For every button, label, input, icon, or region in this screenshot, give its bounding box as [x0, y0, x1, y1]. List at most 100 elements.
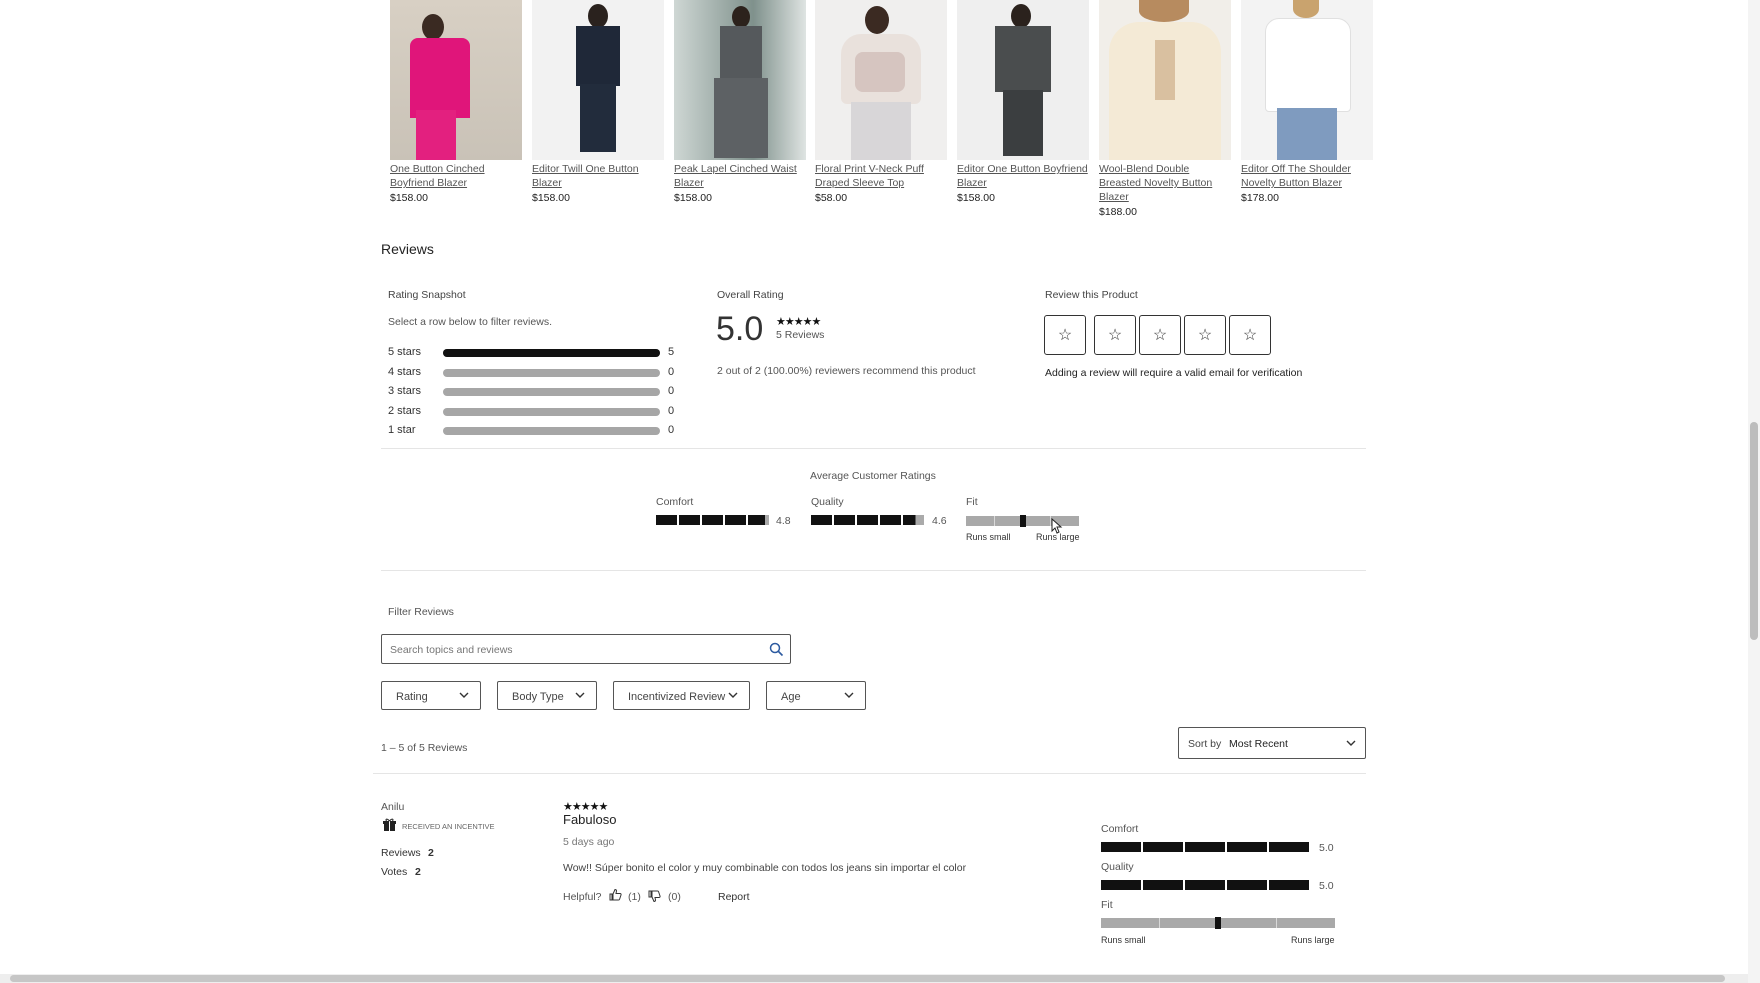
product-card[interactable]: Floral Print V-Neck Puff Draped Sleeve T… — [815, 0, 947, 205]
rating-row-count: 0 — [668, 405, 675, 417]
product-card[interactable]: Editor One Button Boyfriend Blazer $158.… — [957, 0, 1089, 205]
product-card[interactable]: Editor Twill One Button Blazer $158.00 — [532, 0, 664, 205]
review-date: 5 days ago — [563, 836, 615, 848]
body-type-filter-dropdown[interactable]: Body Type — [497, 681, 597, 710]
write-review-star-2-icon[interactable]: ☆ — [1094, 315, 1136, 355]
rating-row-4[interactable]: 4 stars 0 — [388, 366, 688, 380]
product-name[interactable]: Editor Off The Shoulder Novelty Button B… — [1241, 162, 1373, 190]
product-image[interactable] — [1099, 0, 1231, 160]
quality-segment — [857, 515, 878, 525]
write-review-star-3-icon[interactable]: ☆ — [1139, 315, 1181, 355]
review-fit-runs-small: Runs small — [1101, 935, 1146, 945]
write-review-star-1-icon[interactable]: ☆ — [1044, 315, 1086, 355]
rating-row-2[interactable]: 2 stars 0 — [388, 405, 688, 419]
rating-row-fill — [443, 349, 660, 357]
review-quality-label: Quality — [1101, 861, 1134, 873]
overall-review-count[interactable]: 5 Reviews — [776, 329, 824, 341]
quality-segment — [880, 515, 901, 525]
product-name[interactable]: Wool-Blend Double Breasted Novelty Butto… — [1099, 162, 1231, 204]
overall-rating-title: Overall Rating — [717, 289, 784, 301]
quality-value: 4.6 — [932, 515, 947, 527]
section-divider — [381, 570, 1366, 571]
product-name[interactable]: Editor Twill One Button Blazer — [532, 162, 664, 190]
report-link[interactable]: Report — [718, 891, 750, 903]
comfort-segment — [702, 515, 723, 525]
horizontal-scrollbar[interactable] — [0, 974, 1748, 983]
comfort-segment — [748, 515, 769, 525]
product-price: $178.00 — [1241, 192, 1279, 204]
rating-row-track — [443, 349, 660, 357]
section-divider — [381, 448, 1366, 449]
incentivized-review-filter-dropdown[interactable]: Incentivized Review — [613, 681, 750, 710]
review-title: Fabuloso — [563, 812, 617, 827]
product-image[interactable] — [532, 0, 664, 160]
rating-row-count: 0 — [668, 424, 675, 436]
fit-runs-small: Runs small — [966, 532, 1011, 542]
product-image[interactable] — [815, 0, 947, 160]
horizontal-scrollbar-thumb[interactable] — [10, 975, 1725, 982]
product-price: $158.00 — [957, 192, 995, 204]
dropdown-label: Age — [781, 691, 801, 703]
review-comfort-label: Comfort — [1101, 823, 1139, 835]
product-name[interactable]: Editor One Button Boyfriend Blazer — [957, 162, 1089, 190]
comfort-segment — [725, 515, 746, 525]
write-review-star-5-icon[interactable]: ☆ — [1229, 315, 1271, 355]
rating-row-track — [443, 427, 660, 435]
product-image[interactable] — [1241, 0, 1373, 160]
fit-tick — [1159, 918, 1160, 928]
product-name[interactable]: Floral Print V-Neck Puff Draped Sleeve T… — [815, 162, 947, 190]
sort-value: Most Recent — [1229, 738, 1288, 750]
quality-segment — [1227, 880, 1267, 890]
rating-row-track — [443, 408, 660, 416]
rating-filter-dropdown[interactable]: Rating — [381, 681, 481, 710]
quality-segment — [1143, 880, 1183, 890]
rating-row-label: 1 star — [388, 424, 416, 436]
comfort-segment — [1227, 842, 1267, 852]
search-input[interactable] — [388, 640, 752, 660]
thumbs-down-icon[interactable] — [648, 890, 661, 903]
review-count-text: 1 – 5 of 5 Reviews — [381, 742, 468, 754]
write-review-star-4-icon[interactable]: ☆ — [1184, 315, 1226, 355]
comfort-segment — [679, 515, 700, 525]
vertical-scrollbar[interactable] — [1748, 0, 1760, 983]
review-quality-bar — [1101, 880, 1309, 890]
comfort-segment — [1143, 842, 1183, 852]
rating-row-track — [443, 388, 660, 396]
thumbs-up-icon[interactable] — [609, 888, 622, 901]
product-image[interactable] — [390, 0, 522, 160]
reviewer-reviews-label: Reviews — [381, 847, 421, 859]
review-author: Anilu — [381, 801, 405, 813]
sort-dropdown[interactable]: Sort by Most Recent — [1178, 727, 1366, 759]
rating-row-5[interactable]: 5 stars 5 — [388, 346, 688, 360]
vertical-scrollbar-thumb[interactable] — [1750, 422, 1758, 640]
product-image[interactable] — [674, 0, 806, 160]
review-email-note: Adding a review will require a valid ema… — [1045, 367, 1303, 379]
reviewer-votes-count: 2 — [415, 866, 421, 878]
product-name[interactable]: One Button Cinched Boyfriend Blazer — [390, 162, 522, 190]
review-fit-label: Fit — [1101, 899, 1113, 911]
fit-tick — [1276, 918, 1277, 928]
overall-score: 5.0 — [716, 310, 764, 348]
quality-rating-bar — [811, 515, 924, 525]
product-card[interactable]: One Button Cinched Boyfriend Blazer $158… — [390, 0, 522, 205]
product-price: $158.00 — [390, 192, 428, 204]
rating-row-3[interactable]: 3 stars 0 — [388, 385, 688, 399]
review-fit-runs-large: Runs large — [1291, 935, 1335, 945]
product-card[interactable]: Editor Off The Shoulder Novelty Button B… — [1241, 0, 1373, 205]
product-image[interactable] — [957, 0, 1089, 160]
reviews-heading: Reviews — [381, 241, 434, 257]
quality-segment — [903, 515, 924, 525]
reviewer-reviews-count: 2 — [428, 847, 434, 859]
review-body: Wow!! Súper bonito el color y muy combin… — [563, 862, 967, 874]
search-icon[interactable] — [769, 642, 784, 657]
dropdown-label: Body Type — [512, 691, 564, 703]
chevron-down-icon — [728, 692, 738, 698]
product-price: $158.00 — [532, 192, 570, 204]
rating-row-track — [443, 369, 660, 377]
fit-tick — [994, 516, 995, 526]
product-name[interactable]: Peak Lapel Cinched Waist Blazer — [674, 162, 806, 190]
rating-row-1[interactable]: 1 star 0 — [388, 424, 688, 438]
product-card[interactable]: Peak Lapel Cinched Waist Blazer $158.00 — [674, 0, 806, 205]
age-filter-dropdown[interactable]: Age — [766, 681, 866, 710]
product-card[interactable]: Wool-Blend Double Breasted Novelty Butto… — [1099, 0, 1231, 219]
